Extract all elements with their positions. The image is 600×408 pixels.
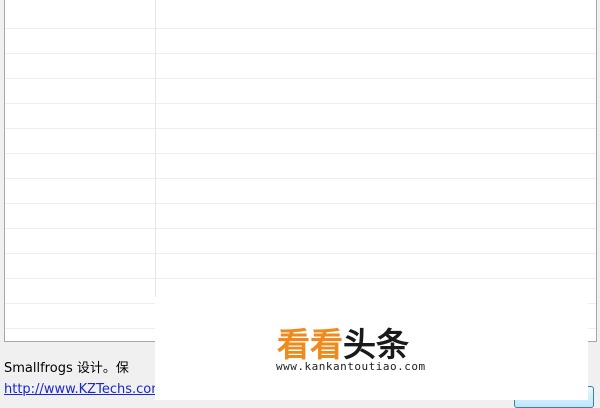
- results-list-view[interactable]: [4, 0, 597, 342]
- list-row[interactable]: [5, 204, 596, 229]
- list-row[interactable]: [5, 54, 596, 79]
- list-rows: [5, 0, 596, 341]
- watermark-url: www.kankantoutiao.com: [276, 360, 426, 373]
- list-row[interactable]: [5, 179, 596, 204]
- list-row[interactable]: [5, 79, 596, 104]
- list-row[interactable]: [5, 104, 596, 129]
- list-row[interactable]: [5, 254, 596, 279]
- column-divider: [155, 0, 156, 341]
- list-row[interactable]: [5, 29, 596, 54]
- watermark-logo-part2: 头条: [343, 325, 409, 364]
- list-row[interactable]: [5, 129, 596, 154]
- watermark-logo: 看看头条: [277, 326, 409, 364]
- watermark-overlay: 看看头条 www.kankantoutiao.com: [155, 297, 588, 400]
- list-row[interactable]: [5, 229, 596, 254]
- list-row[interactable]: [5, 154, 596, 179]
- copyright-text: Smallfrogs 设计。保: [4, 361, 129, 376]
- watermark-logo-part1: 看看: [277, 325, 343, 364]
- website-link[interactable]: http://www.KZTechs.com: [4, 382, 164, 397]
- list-row[interactable]: [5, 4, 596, 29]
